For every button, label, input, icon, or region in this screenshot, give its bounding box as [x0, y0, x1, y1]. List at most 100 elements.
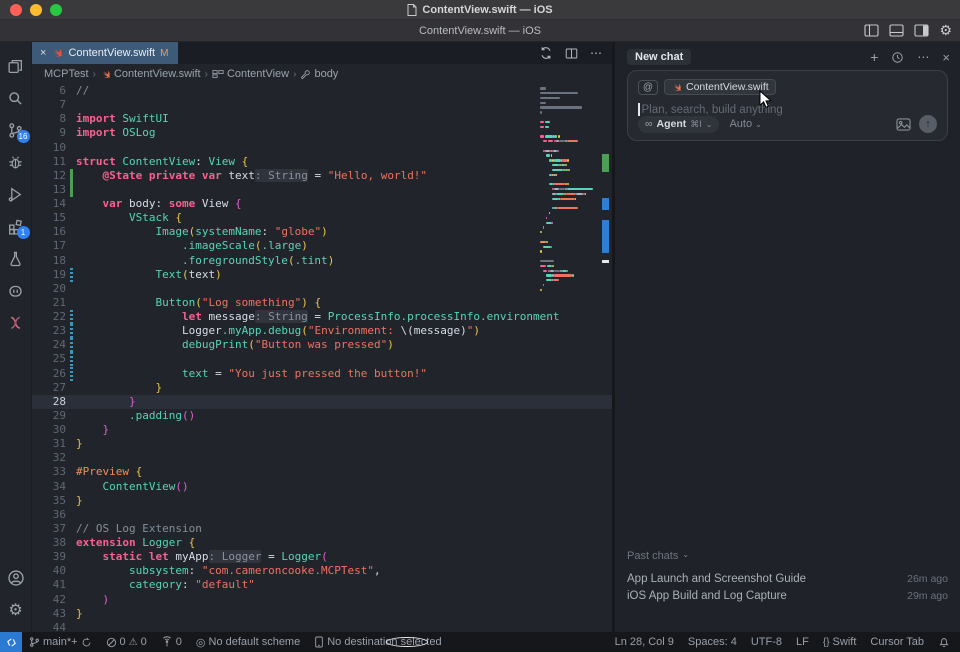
robot-extension-icon[interactable] — [0, 274, 32, 306]
test-flask-icon[interactable] — [0, 242, 32, 274]
code-line[interactable]: 32 — [32, 451, 612, 465]
line-number[interactable]: 37 — [32, 522, 66, 536]
line-number[interactable]: 33 — [32, 465, 66, 479]
line-number[interactable]: 16 — [32, 225, 66, 239]
code-line[interactable]: 18 .foregroundStyle(.tint) — [32, 254, 612, 268]
code-line[interactable]: 29 .padding() — [32, 409, 612, 423]
tab-close-icon[interactable]: × — [40, 47, 46, 59]
line-number[interactable]: 38 — [32, 536, 66, 550]
line-number[interactable]: 42 — [32, 593, 66, 607]
toggle-bottom-panel-icon[interactable] — [889, 24, 904, 37]
code-line[interactable]: 7 — [32, 98, 612, 112]
indentation-status[interactable]: Spaces: 4 — [681, 636, 744, 648]
code-line[interactable]: 28 } — [32, 395, 612, 409]
line-number[interactable]: 12 — [32, 169, 66, 183]
line-number[interactable]: 32 — [32, 451, 66, 465]
past-chat-item[interactable]: iOS App Build and Log Capture 29m ago — [627, 587, 948, 604]
more-actions-icon[interactable]: ⋯ — [590, 46, 602, 60]
code-line[interactable]: 26 text = "You just pressed the button!" — [32, 367, 612, 381]
code-line[interactable]: 40 subsystem: "com.cameroncooke.MCPTest"… — [32, 564, 612, 578]
code-line[interactable]: 14 var body: some View { — [32, 197, 612, 211]
code-line[interactable]: 25 — [32, 352, 612, 366]
agent-mode-selector[interactable]: ∞ Agent ⌘I ⌄ — [638, 116, 719, 133]
explorer-icon[interactable] — [0, 50, 32, 82]
code-line[interactable]: 44 — [32, 621, 612, 632]
line-number[interactable]: 35 — [32, 494, 66, 508]
code-line[interactable]: 24 debugPrint("Button was pressed") — [32, 338, 612, 352]
line-number[interactable]: 40 — [32, 564, 66, 578]
code-line[interactable]: 10 — [32, 141, 612, 155]
code-line[interactable]: 31} — [32, 437, 612, 451]
code-line[interactable]: 6// — [32, 84, 612, 98]
code-line[interactable]: 15 VStack { — [32, 211, 612, 225]
line-number[interactable]: 14 — [32, 197, 66, 211]
line-number[interactable]: 18 — [32, 254, 66, 268]
line-number[interactable]: 28 — [32, 395, 66, 409]
code-editor[interactable]: 6//78import SwiftUI9import OSLog1011stru… — [32, 84, 612, 632]
eol-status[interactable]: LF — [789, 636, 816, 648]
attach-image-icon[interactable] — [896, 118, 911, 131]
settings-gear-icon[interactable]: ⚙ — [939, 22, 952, 39]
line-number[interactable]: 17 — [32, 239, 66, 253]
line-number[interactable]: 22 — [32, 310, 66, 324]
line-number[interactable]: 30 — [32, 423, 66, 437]
past-chats-title[interactable]: Past chats⌄ — [627, 550, 948, 562]
debug-bug-icon[interactable] — [0, 146, 32, 178]
line-number[interactable]: 43 — [32, 607, 66, 621]
line-number[interactable]: 9 — [32, 126, 66, 140]
extensions-icon[interactable]: 1 — [0, 210, 32, 242]
code-line[interactable]: 19 Text(text) — [32, 268, 612, 282]
run-and-debug-icon[interactable] — [0, 178, 32, 210]
line-number[interactable]: 29 — [32, 409, 66, 423]
code-line[interactable]: 34 ContentView() — [32, 480, 612, 494]
line-number[interactable]: 21 — [32, 296, 66, 310]
code-line[interactable]: 27 } — [32, 381, 612, 395]
line-number[interactable]: 20 — [32, 282, 66, 296]
line-number[interactable]: 7 — [32, 98, 66, 112]
tab-contentview-swift[interactable]: × ContentView.swift M — [32, 42, 178, 64]
overview-ruler[interactable] — [598, 84, 612, 632]
line-number[interactable]: 34 — [32, 480, 66, 494]
line-number[interactable]: 10 — [32, 141, 66, 155]
code-line[interactable]: 11struct ContentView: View { — [32, 155, 612, 169]
code-line[interactable]: 35} — [32, 494, 612, 508]
chat-close-icon[interactable]: × — [942, 50, 950, 65]
code-line[interactable]: 39 static let myApp: Logger = Logger( — [32, 550, 612, 564]
line-number[interactable]: 23 — [32, 324, 66, 338]
code-line[interactable]: 22 let message: String = ProcessInfo.pro… — [32, 310, 612, 324]
code-line[interactable]: 36 — [32, 508, 612, 522]
encoding-status[interactable]: UTF-8 — [744, 636, 789, 648]
toggle-right-panel-icon[interactable] — [914, 24, 929, 37]
code-line[interactable]: 33#Preview { — [32, 465, 612, 479]
line-number[interactable]: 39 — [32, 550, 66, 564]
code-line[interactable]: 41 category: "default" — [32, 578, 612, 592]
code-line[interactable]: 21 Button("Log something") { — [32, 296, 612, 310]
line-number[interactable]: 11 — [32, 155, 66, 169]
line-number[interactable]: 24 — [32, 338, 66, 352]
model-selector[interactable]: Auto ⌄ — [729, 118, 761, 130]
line-number[interactable]: 26 — [32, 367, 66, 381]
add-context-button[interactable]: @ — [638, 80, 658, 95]
account-icon[interactable] — [0, 562, 32, 594]
line-number[interactable]: 8 — [32, 112, 66, 126]
line-number[interactable]: 41 — [32, 578, 66, 592]
cursor-tab-status[interactable]: Cursor Tab — [863, 636, 931, 648]
breadcrumb-symbol[interactable]: ContentView — [212, 68, 289, 80]
code-line[interactable]: 16 Image(systemName: "globe") — [32, 225, 612, 239]
search-icon[interactable] — [0, 82, 32, 114]
chat-input-card[interactable]: @ ContentView.swift Plan, search, build … — [627, 70, 948, 141]
split-editor-icon[interactable] — [565, 47, 578, 60]
code-line[interactable]: 43} — [32, 607, 612, 621]
language-status[interactable]: {} Swift — [816, 636, 864, 648]
new-chat-tab[interactable]: New chat — [627, 49, 691, 65]
scheme-status[interactable]: ◎ No default scheme — [189, 636, 307, 649]
line-number[interactable]: 6 — [32, 84, 66, 98]
breadcrumb-member[interactable]: body — [300, 68, 338, 80]
code-line[interactable]: 42 ) — [32, 593, 612, 607]
remote-indicator[interactable] — [0, 632, 22, 652]
open-changes-icon[interactable] — [539, 46, 553, 60]
toggle-left-panel-icon[interactable] — [864, 24, 879, 37]
notifications-bell-icon[interactable] — [931, 636, 960, 648]
line-number[interactable]: 19 — [32, 268, 66, 282]
line-number[interactable]: 27 — [32, 381, 66, 395]
